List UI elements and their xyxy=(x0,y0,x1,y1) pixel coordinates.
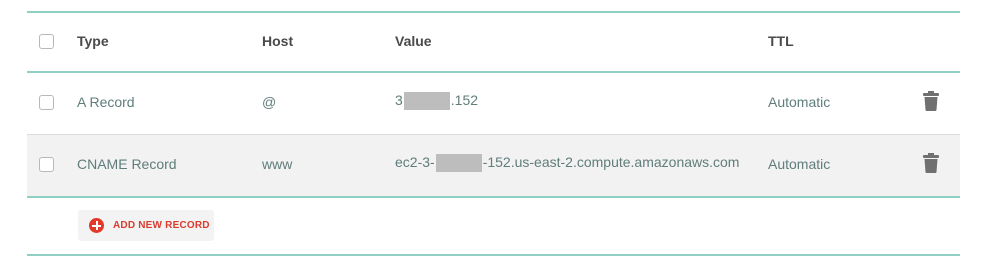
record-value-suffix: -152.us-east-2.compute.amazonaws.com xyxy=(482,154,740,170)
record-ttl: Automatic xyxy=(768,94,831,110)
footer-rule xyxy=(27,254,960,256)
row-checkbox[interactable] xyxy=(39,157,54,172)
redacted-block xyxy=(403,92,450,111)
record-value-suffix: .152 xyxy=(450,92,479,108)
trash-icon[interactable] xyxy=(923,153,939,173)
record-host: @ xyxy=(262,94,277,110)
trash-icon[interactable] xyxy=(923,91,939,111)
plus-circle-icon xyxy=(89,218,104,233)
record-value-prefix: ec2-3- xyxy=(395,154,435,170)
record-host: www xyxy=(262,156,293,172)
record-ttl: Automatic xyxy=(768,156,831,172)
record-type: CNAME Record xyxy=(77,156,177,172)
record-value: 3 .152 xyxy=(395,92,479,111)
add-new-record-button[interactable]: ADD NEW RECORD xyxy=(78,210,214,241)
add-new-record-label: ADD NEW RECORD xyxy=(113,220,210,231)
table-bottom-rule xyxy=(27,196,960,198)
redacted-block xyxy=(435,154,482,173)
row-checkbox[interactable] xyxy=(39,95,54,110)
record-value: ec2-3- -152.us-east-2.compute.amazonaws.c… xyxy=(395,154,740,173)
table-header-row xyxy=(27,13,960,71)
column-header-ttl: TTL xyxy=(768,33,794,49)
record-value-prefix: 3 xyxy=(395,92,403,108)
select-all-checkbox[interactable] xyxy=(39,34,54,49)
column-header-value: Value xyxy=(395,33,432,49)
column-header-type: Type xyxy=(77,33,109,49)
dns-records-table: Type Host Value TTL A Record @ 3 .152 Aut… xyxy=(0,0,983,267)
column-header-host: Host xyxy=(262,33,294,49)
record-type: A Record xyxy=(77,94,135,110)
